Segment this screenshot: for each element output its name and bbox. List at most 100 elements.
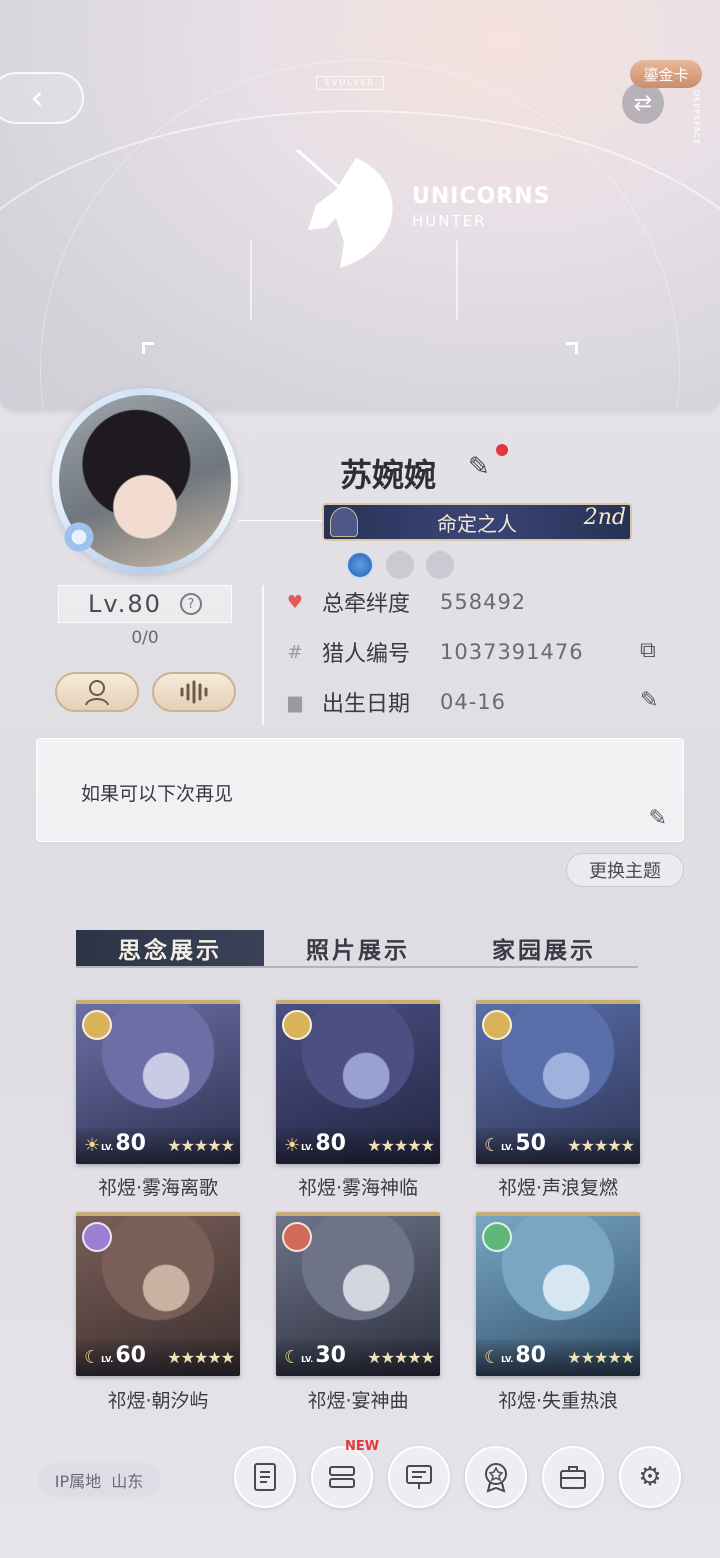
card-level-value: 80 [115, 1131, 146, 1156]
change-theme-button[interactable]: 更换主题 [566, 853, 684, 887]
card-type-badge [82, 1010, 112, 1040]
logo-title: UNICORNS [412, 184, 551, 209]
card-type-badge [282, 1010, 312, 1040]
card-level: ☾ LV. 60 [84, 1343, 146, 1368]
back-button[interactable]: ‹ [0, 72, 84, 124]
tab-memory-showcase[interactable]: 思念展示 [76, 930, 264, 966]
memory-card[interactable]: ☾ LV. 80 ★★★★★ [476, 1212, 640, 1376]
card-level-value: 80 [315, 1131, 346, 1156]
edit-signature-button[interactable]: ✎ [649, 806, 667, 831]
card-level: ☾ LV. 50 [484, 1131, 546, 1156]
memory-card-label: 祁煜·宴神曲 [307, 1390, 409, 1412]
edit-name-button[interactable]: ✎ [468, 452, 490, 482]
gold-card-badge[interactable]: 鎏金卡 [630, 60, 702, 88]
level-label: Lv.80 [88, 590, 162, 618]
tab-photo-showcase[interactable]: 照片展示 [264, 930, 452, 966]
pencil-icon: ✎ [640, 688, 659, 713]
list-button[interactable] [311, 1446, 373, 1508]
document-icon [254, 1463, 276, 1491]
presentation-button[interactable] [388, 1446, 450, 1508]
card-level-value: 50 [515, 1131, 546, 1156]
profile-banner: EVOLVER UNICORNS HUNTER DEEPSPACE [0, 0, 720, 410]
list-icon [329, 1466, 355, 1488]
sun-icon: ☀ [84, 1135, 101, 1156]
title-connector [238, 520, 322, 521]
voice-wave-icon [180, 680, 208, 704]
memory-card-label: 祁煜·声浪复燃 [497, 1177, 619, 1199]
card-type-badge [82, 1222, 112, 1252]
medal-icon [485, 1463, 507, 1493]
title-text: 命定之人 [437, 511, 517, 536]
player-name: 苏婉婉 [340, 456, 437, 494]
moon-icon: ☾ [84, 1347, 101, 1368]
heart-icon: ♥ [286, 591, 304, 613]
evolver-tag: EVOLVER [316, 76, 384, 90]
card-stars: ★★★★★ [567, 1348, 635, 1367]
card-level: ☾ LV. 80 [484, 1343, 546, 1368]
empty-badge-slot[interactable] [386, 551, 414, 579]
frame-corner [142, 342, 154, 354]
settings-icon: ⚙ [638, 1462, 662, 1492]
signature-box[interactable]: 如果可以下次再见 ✎ [36, 738, 684, 842]
memory-card[interactable]: ☀ LV. 80 ★★★★★ [76, 1000, 240, 1164]
pencil-icon: ✎ [648, 806, 667, 831]
memory-card[interactable]: ☾ LV. 50 ★★★★★ [476, 1000, 640, 1164]
card-type-badge [282, 1222, 312, 1252]
avatar-style-button[interactable] [55, 672, 139, 712]
info-label: 出生日期 [322, 692, 411, 717]
swap-icon: ⇄ [633, 90, 653, 116]
card-stars: ★★★★★ [367, 1136, 435, 1155]
shrine-icon [330, 507, 358, 537]
lv-prefix: LV. [301, 1355, 314, 1364]
switch-card-button[interactable]: ⇄ [622, 82, 664, 124]
info-row-hunter-id: # 猎人编号 1037391476 [284, 635, 584, 669]
card-level-value: 30 [315, 1343, 346, 1368]
title-rank: 2nd [583, 505, 626, 530]
memory-card-label: 祁煜·朝汐屿 [107, 1390, 209, 1412]
copy-icon: ⧉ [640, 638, 656, 663]
level-box: Lv.80 ? [58, 585, 232, 623]
memory-card[interactable]: ☾ LV. 60 ★★★★★ [76, 1212, 240, 1376]
empty-badge-slot[interactable] [426, 551, 454, 579]
lv-prefix: LV. [501, 1143, 514, 1152]
settings-button[interactable]: ⚙ [619, 1446, 681, 1508]
edit-birthday-button[interactable]: ✎ [640, 688, 658, 713]
info-label: 猎人编号 [322, 642, 411, 667]
level-progress: 0/0 [131, 628, 159, 648]
medal-button[interactable] [465, 1446, 527, 1508]
hash-icon: # [287, 641, 303, 663]
achievement-badge[interactable] [346, 551, 374, 579]
briefcase-button[interactable] [542, 1446, 604, 1508]
pencil-icon: ✎ [468, 452, 490, 482]
ip-value: 山东 [111, 1472, 144, 1491]
lv-prefix: LV. [101, 1143, 114, 1152]
info-value: 1037391476 [440, 640, 584, 664]
ip-location: IP属地 山东 [38, 1463, 160, 1497]
info-value: 558492 [440, 590, 527, 614]
copy-button[interactable]: ⧉ [640, 638, 656, 663]
card-type-badge [482, 1010, 512, 1040]
moon-icon: ☾ [484, 1347, 501, 1368]
moon-icon: ☾ [284, 1347, 301, 1368]
unicorns-hunter-logo: UNICORNS HUNTER [285, 138, 566, 280]
lv-prefix: LV. [501, 1355, 514, 1364]
new-badge: NEW [345, 1439, 380, 1454]
moon-icon: ☾ [484, 1135, 501, 1156]
tab-home-showcase[interactable]: 家园展示 [450, 930, 638, 966]
flower-ornament-icon [62, 520, 96, 554]
logo-subtitle: HUNTER [412, 212, 487, 230]
presentation-icon [406, 1465, 432, 1489]
memory-card[interactable]: ☾ LV. 30 ★★★★★ [276, 1212, 440, 1376]
banner-line [250, 240, 252, 320]
memory-card-label: 祁煜·雾海离歌 [97, 1177, 219, 1199]
card-stars: ★★★★★ [567, 1136, 635, 1155]
title-banner[interactable]: 命定之人 2nd [322, 503, 632, 541]
sun-icon: ☀ [284, 1135, 301, 1156]
memory-card-label: 祁煜·雾海神临 [297, 1177, 419, 1199]
document-button[interactable] [234, 1446, 296, 1508]
card-stars: ★★★★★ [367, 1348, 435, 1367]
deepspace-label: DEEPSPACE [692, 90, 701, 146]
help-icon[interactable]: ? [179, 593, 202, 615]
voice-button[interactable] [152, 672, 236, 712]
memory-card[interactable]: ☀ LV. 80 ★★★★★ [276, 1000, 440, 1164]
